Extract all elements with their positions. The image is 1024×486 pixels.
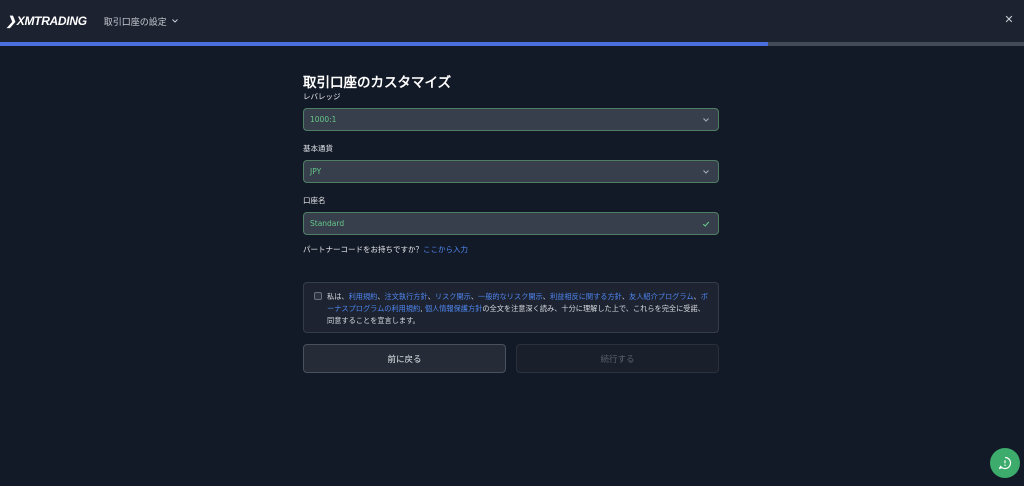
partner-question: パートナーコードをお持ちですか？	[303, 245, 423, 254]
currency-select[interactable]: JPY	[303, 160, 719, 183]
customize-form: 取引口座のカスタマイズ レバレッジ 1000:1 基本通貨 JPY 口座名 St…	[303, 74, 719, 373]
chevron-down-icon	[703, 118, 709, 122]
account-name-label: 口座名	[303, 196, 326, 205]
progress-fill	[0, 42, 768, 46]
chat-button[interactable]	[990, 448, 1020, 478]
leverage-value: 1000:1	[310, 115, 337, 124]
terms-link-conflict[interactable]: 利益相反に関する方針	[550, 292, 622, 301]
breadcrumb-label: 取引口座の設定	[103, 17, 167, 28]
terms-agreement: 私は、利用規約、注文執行方針、リスク開示、一般的なリスク開示、利益相反に関する方…	[303, 282, 719, 333]
terms-link-execution[interactable]: 注文執行方針	[385, 292, 428, 301]
logo-text: XMTRADING	[16, 14, 87, 28]
continue-button[interactable]: 続行する	[516, 344, 719, 373]
terms-link-general-risk[interactable]: 一般的なリスク開示	[478, 292, 543, 301]
xm-logo[interactable]: ❯ XMTRADING	[6, 14, 87, 28]
chat-icon	[998, 456, 1012, 470]
leverage-label: レバレッジ	[303, 92, 341, 101]
xm-logo-mark-icon: ❯	[6, 14, 16, 28]
chevron-down-icon	[171, 19, 178, 23]
terms-text: 私は、利用規約、注文執行方針、リスク開示、一般的なリスク開示、利益相反に関する方…	[327, 292, 708, 325]
terms-link-privacy[interactable]: 個人情報保護方針	[425, 304, 483, 313]
currency-value: JPY	[310, 167, 322, 176]
check-icon	[702, 221, 710, 227]
leverage-select[interactable]: 1000:1	[303, 108, 719, 131]
account-settings-dropdown[interactable]: 取引口座の設定	[104, 15, 179, 28]
progress-bar	[0, 42, 1024, 46]
account-name-input[interactable]: Standard	[303, 212, 719, 235]
page-title: 取引口座のカスタマイズ	[303, 75, 452, 91]
form-buttons: 前に戻る 続行する	[303, 344, 719, 373]
account-name-value: Standard	[310, 219, 345, 228]
terms-prefix: 私は、	[327, 292, 349, 301]
terms-checkbox[interactable]	[314, 292, 322, 300]
partner-code-prompt: パートナーコードをお持ちですか？ここから入力	[303, 245, 719, 255]
terms-link-terms[interactable]: 利用規約	[349, 292, 378, 301]
top-bar: ❯ XMTRADING 取引口座の設定 ✕	[0, 0, 1024, 42]
partner-code-link[interactable]: ここから入力	[423, 245, 468, 254]
currency-label: 基本通貨	[303, 144, 333, 153]
close-icon[interactable]: ✕	[1002, 13, 1016, 27]
terms-link-referral[interactable]: 友人紹介プログラム	[629, 292, 693, 301]
back-button[interactable]: 前に戻る	[303, 344, 506, 373]
chevron-down-icon	[703, 170, 709, 174]
terms-link-risk[interactable]: リスク開示	[435, 292, 471, 301]
